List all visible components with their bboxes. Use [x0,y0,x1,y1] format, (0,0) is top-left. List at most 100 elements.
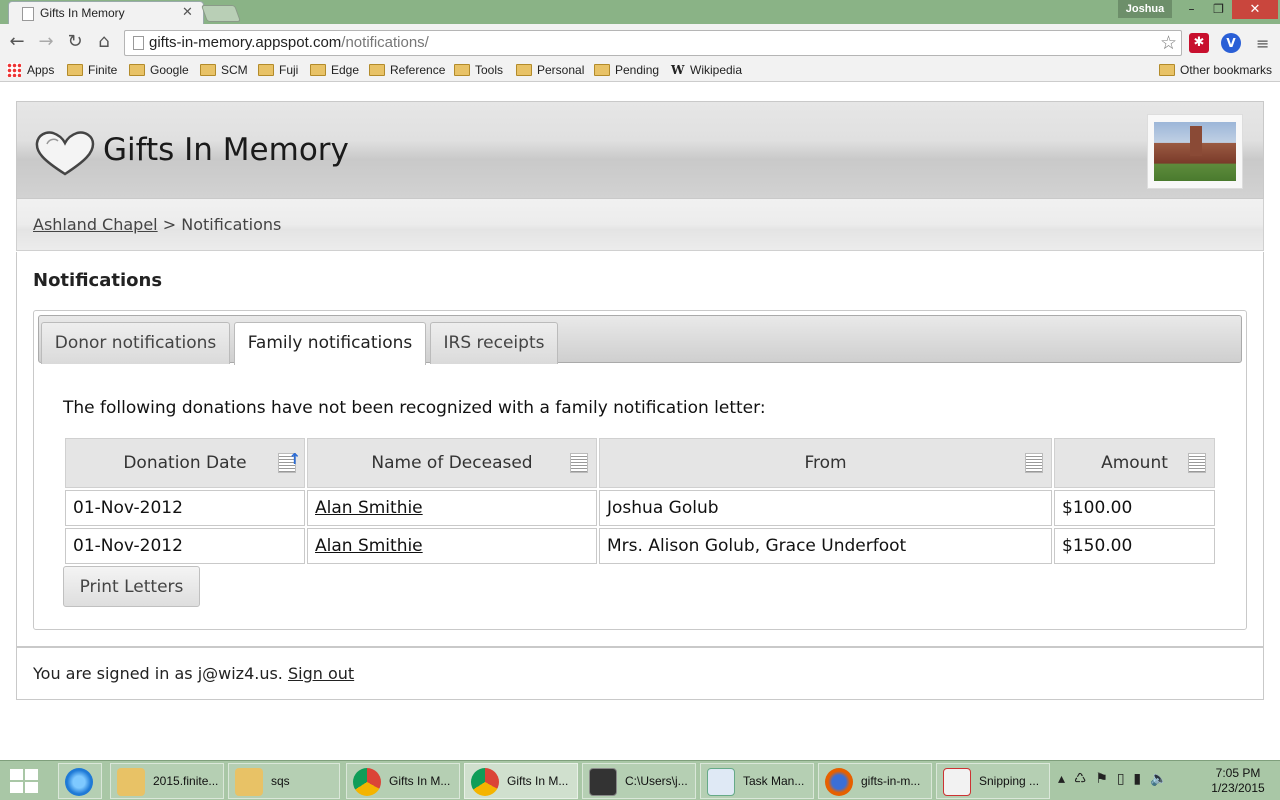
sign-out-link[interactable]: Sign out [288,664,354,683]
home-icon[interactable]: ⌂ [94,32,114,52]
chrome-icon [353,768,381,796]
maximize-button[interactable]: ❐ [1205,0,1232,18]
tab-donor-notifications[interactable]: Donor notifications [41,322,230,364]
signed-in-text: You are signed in as j@wiz4.us. [33,664,283,683]
browser-titlebar: Gifts In Memory ✕ Joshua – ❐ ✕ [0,0,1280,25]
page-title: Notifications [33,270,163,291]
taskbar-item-task-manager[interactable]: Task Man... [700,763,814,799]
wikipedia-icon: W [671,63,685,77]
browser-tab[interactable]: Gifts In Memory ✕ [8,1,204,25]
taskbar-item-snipping[interactable]: Snipping ... [936,763,1050,799]
column-header-from[interactable]: From [599,438,1052,488]
folder-icon [200,64,216,76]
bookmark-reference[interactable]: Reference [369,62,445,78]
page-icon [22,7,34,21]
folder-icon [310,64,326,76]
reload-icon[interactable]: ↻ [65,32,85,52]
profile-button[interactable]: Joshua [1118,0,1172,18]
bookmark-star-icon[interactable]: ☆ [1160,32,1177,54]
snipping-tool-icon [943,768,971,796]
cell-date: 01-Nov-2012 [65,490,305,526]
sort-icon[interactable] [1188,453,1206,473]
taskbar-item-sublime[interactable]: C:\Users\j... [582,763,696,799]
extension-icon[interactable]: ✱ [1189,33,1209,53]
sort-icon[interactable] [1025,453,1043,473]
start-button[interactable] [10,769,40,793]
cell-deceased: Alan Smithie [307,490,597,526]
cell-date: 01-Nov-2012 [65,528,305,564]
tab-irs-receipts[interactable]: IRS receipts [430,322,558,364]
bookmark-apps[interactable]: Apps [7,62,54,78]
bookmark-google[interactable]: Google [129,62,189,78]
bookmark-edge[interactable]: Edge [310,62,359,78]
extension-v-icon[interactable]: V [1221,33,1241,53]
bookmark-tools[interactable]: Tools [454,62,503,78]
minimize-button[interactable]: – [1178,0,1205,18]
system-tray[interactable]: ▴ ♺ ⚑ ▯ ▮ 🔈 [1058,771,1167,787]
task-manager-icon [707,768,735,796]
chrome-menu-icon[interactable]: ≡ [1256,34,1269,53]
footer: You are signed in as j@wiz4.us. Sign out [16,647,1264,700]
clock[interactable]: 7:05 PM 1/23/2015 [1200,766,1276,796]
taskbar-item-explorer-2[interactable]: sqs [228,763,340,799]
taskbar-item-chrome-2[interactable]: Gifts In M... [464,763,578,799]
ie-pin[interactable] [58,763,102,799]
tab-bar: Donor notifications Family notifications… [38,315,1242,365]
tab-family-notifications[interactable]: Family notifications [234,322,426,365]
folder-icon [117,768,145,796]
close-tab-icon[interactable]: ✕ [182,5,193,20]
url-text[interactable]: gifts-in-memory.appspot.com/notification… [149,34,429,51]
close-window-button[interactable]: ✕ [1232,0,1278,19]
table-row: 01-Nov-2012 Alan Smithie Joshua Golub $1… [65,490,1215,526]
deceased-link[interactable]: Alan Smithie [315,498,423,518]
column-header-deceased[interactable]: Name of Deceased [307,438,597,488]
chrome-icon [471,768,499,796]
folder-icon [67,64,83,76]
bookmark-personal[interactable]: Personal [516,62,584,78]
taskbar-item-firefox[interactable]: gifts-in-m... [818,763,932,799]
table-row: 01-Nov-2012 Alan Smithie Mrs. Alison Gol… [65,528,1215,564]
folder-icon [235,768,263,796]
chapel-photo [1147,114,1243,189]
sort-ascending-icon[interactable] [278,450,301,473]
heart-logo-icon [35,131,95,176]
folder-icon [369,64,385,76]
bookmarks-bar: Apps Finite Google SCM Fuji Edge Referen… [0,60,1280,82]
site-header: Gifts In Memory [16,101,1264,199]
bookmark-scm[interactable]: SCM [200,62,248,78]
cell-deceased: Alan Smithie [307,528,597,564]
column-header-date[interactable]: Donation Date [65,438,305,488]
breadcrumb-link-chapel[interactable]: Ashland Chapel [33,215,158,234]
bookmark-finite[interactable]: Finite [67,62,117,78]
breadcrumb: Ashland Chapel > Notifications [16,199,1264,251]
deceased-link[interactable]: Alan Smithie [315,536,423,556]
cell-from: Mrs. Alison Golub, Grace Underfoot [599,528,1052,564]
column-header-amount[interactable]: Amount [1054,438,1215,488]
bookmark-wikipedia[interactable]: W Wikipedia [671,62,742,78]
donations-table: Donation Date Name of Deceased From Amou… [63,436,1217,566]
new-tab-button[interactable] [200,5,242,22]
page-icon [133,36,144,50]
sort-icon[interactable] [570,453,588,473]
folder-icon [454,64,470,76]
other-bookmarks[interactable]: Other bookmarks [1159,62,1272,78]
folder-icon [1159,64,1175,76]
cell-amount: $100.00 [1054,490,1215,526]
tab-title: Gifts In Memory [40,6,125,20]
taskbar-item-chrome-1[interactable]: Gifts In M... [346,763,460,799]
taskbar: 2015.finite... sqs Gifts In M... Gifts I… [0,760,1280,800]
cell-from: Joshua Golub [599,490,1052,526]
folder-icon [516,64,532,76]
address-bar[interactable]: gifts-in-memory.appspot.com/notification… [124,30,1182,56]
bookmark-pending[interactable]: Pending [594,62,659,78]
print-letters-button[interactable]: Print Letters [63,566,200,607]
sublime-text-icon [589,768,617,796]
breadcrumb-current: Notifications [181,215,282,234]
notifications-panel: Notifications Donor notifications Family… [16,252,1264,647]
back-icon[interactable]: ← [7,32,27,52]
taskbar-item-explorer-1[interactable]: 2015.finite... [110,763,224,799]
internet-explorer-icon [65,768,93,796]
forward-icon[interactable]: → [36,32,56,52]
bookmark-fuji[interactable]: Fuji [258,62,298,78]
folder-icon [129,64,145,76]
